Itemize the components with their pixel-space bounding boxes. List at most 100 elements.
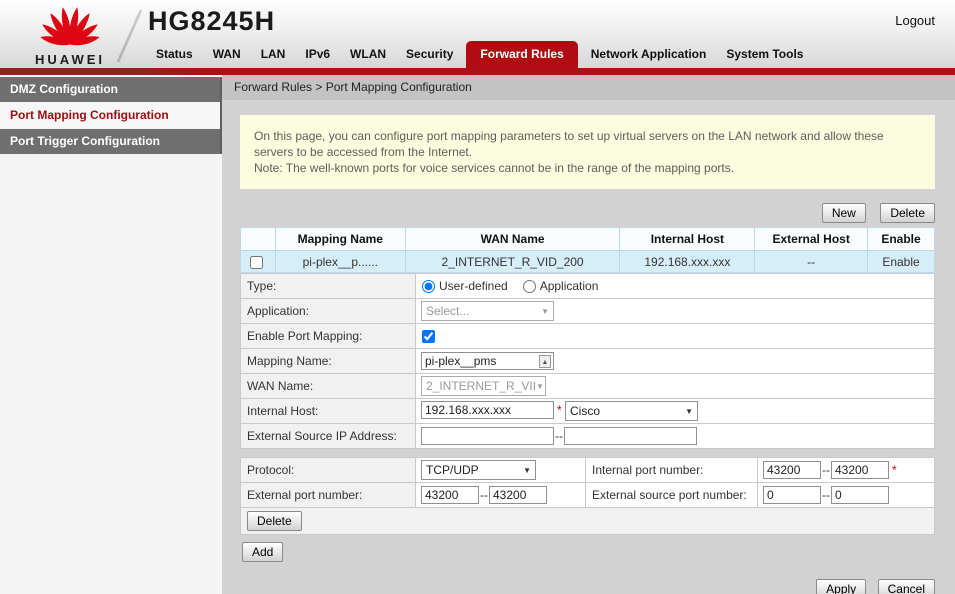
user-defined-radio-label[interactable]: User-defined [439, 279, 508, 293]
add-button[interactable]: Add [242, 542, 283, 562]
mapping-name-spinner-icon[interactable]: ▲ [539, 355, 551, 368]
huawei-logo-icon [33, 3, 107, 49]
sidebar-item-port-trigger-configuration[interactable]: Port Trigger Configuration [0, 129, 220, 154]
huawei-wordmark: HUAWEI [22, 52, 118, 67]
protocol-label: Protocol: [241, 458, 416, 483]
tab-wlan[interactable]: WLAN [340, 42, 396, 68]
external-source-port-value: -- [758, 483, 935, 508]
nav-accent-bar [0, 68, 955, 75]
dropdown-arrow-icon: ▼ [536, 382, 544, 391]
internal-host-value: * Cisco▼ [416, 399, 935, 424]
logout-link[interactable]: Logout [895, 13, 935, 28]
form-row-application: Application: Select...▼ [241, 299, 935, 324]
external-port-label: External port number: [241, 483, 416, 508]
range-separator: -- [555, 429, 563, 443]
range-separator: -- [822, 463, 830, 477]
application-value: Select...▼ [416, 299, 935, 324]
type-value: User-defined Application [416, 274, 935, 299]
delete-button[interactable]: Delete [880, 203, 935, 223]
mapping-name-label: Mapping Name: [241, 349, 416, 374]
tab-ipv6[interactable]: IPv6 [295, 42, 340, 68]
row-checkbox[interactable] [250, 256, 263, 269]
external-source-port-from-input[interactable] [763, 486, 821, 504]
required-asterisk: * [557, 403, 562, 417]
mapping-name-input[interactable] [421, 352, 554, 370]
form-actions: Apply Cancel [240, 579, 935, 594]
sidebar-item-dmz-configuration[interactable]: DMZ Configuration [0, 77, 220, 102]
form-row-wan-name: WAN Name: 2_INTERNET_R_VII▼ [241, 374, 935, 399]
tab-status[interactable]: Status [146, 42, 203, 68]
row-wan-name: 2_INTERNET_R_VID_200 [405, 251, 620, 273]
content: On this page, you can configure port map… [222, 100, 955, 594]
enable-port-mapping-checkbox[interactable] [422, 330, 435, 343]
device-model-title: HG8245H [148, 6, 275, 37]
header-mapping-name: Mapping Name [275, 228, 405, 251]
main-panel: Forward Rules > Port Mapping Configurati… [222, 75, 955, 594]
tab-forward-rules[interactable]: Forward Rules [466, 41, 577, 68]
tab-security[interactable]: Security [396, 42, 463, 68]
table-toolbar: New Delete [240, 203, 935, 223]
external-source-ip-label: External Source IP Address: [241, 424, 416, 449]
application-select[interactable]: Select...▼ [421, 301, 554, 321]
header-wan-name: WAN Name [405, 228, 620, 251]
external-port-to-input[interactable] [489, 486, 547, 504]
header-external-host: External Host [755, 228, 868, 251]
external-port-value: -- [416, 483, 586, 508]
row-enable: Enable [868, 251, 935, 273]
sidebar-item-port-mapping-configuration[interactable]: Port Mapping Configuration [0, 103, 220, 128]
protocol-select[interactable]: TCP/UDP▼ [421, 460, 536, 480]
table-row[interactable]: pi-plex__p...... 2_INTERNET_R_VID_200 19… [241, 251, 935, 273]
new-button[interactable]: New [822, 203, 866, 223]
application-radio-label[interactable]: Application [540, 279, 599, 293]
user-defined-radio[interactable] [422, 280, 435, 293]
mapping-name-combo: ▲ [421, 352, 554, 370]
header-checkbox-cell [241, 228, 276, 251]
ports-delete-cell: Delete [241, 508, 935, 535]
enable-port-mapping-label: Enable Port Mapping: [241, 324, 416, 349]
external-source-ip-from-input[interactable] [421, 427, 554, 445]
table-header-row: Mapping Name WAN Name Internal Host Exte… [241, 228, 935, 251]
dropdown-arrow-icon: ▼ [541, 307, 549, 316]
ports-row-1: Protocol: TCP/UDP▼ Internal port number:… [241, 458, 935, 483]
external-source-ip-to-input[interactable] [564, 427, 697, 445]
mapping-name-value: ▲ [416, 349, 935, 374]
apply-button[interactable]: Apply [816, 579, 866, 594]
tab-network-application[interactable]: Network Application [581, 42, 717, 68]
header: HUAWEI HG8245H Logout Status WAN LAN IPv… [0, 0, 955, 68]
form-row-mapping-name: Mapping Name: ▲ [241, 349, 935, 374]
cancel-button[interactable]: Cancel [878, 579, 935, 594]
dropdown-arrow-icon: ▼ [523, 466, 531, 475]
range-separator: -- [480, 488, 488, 502]
tab-wan[interactable]: WAN [203, 42, 251, 68]
application-radio[interactable] [523, 280, 536, 293]
wan-name-select[interactable]: 2_INTERNET_R_VII▼ [421, 376, 546, 396]
enable-port-mapping-value [416, 324, 935, 349]
form-row-enable-port-mapping: Enable Port Mapping: [241, 324, 935, 349]
row-mapping-name: pi-plex__p...... [275, 251, 405, 273]
dropdown-arrow-icon: ▼ [685, 407, 693, 416]
external-port-from-input[interactable] [421, 486, 479, 504]
required-asterisk: * [892, 463, 897, 477]
sidebar-items: DMZ Configuration Port Mapping Configura… [0, 77, 222, 154]
port-numbers-form: Protocol: TCP/UDP▼ Internal port number:… [240, 457, 935, 535]
internal-host-device-select[interactable]: Cisco▼ [565, 401, 698, 421]
external-source-port-label: External source port number: [586, 483, 758, 508]
internal-port-to-input[interactable] [831, 461, 889, 479]
form-row-external-source-ip: External Source IP Address: -- [241, 424, 935, 449]
breadcrumb: Forward Rules > Port Mapping Configurati… [222, 75, 955, 100]
add-row: Add [242, 542, 935, 562]
huawei-logo: HUAWEI [22, 3, 118, 67]
tab-lan[interactable]: LAN [251, 42, 296, 68]
tab-system-tools[interactable]: System Tools [716, 42, 813, 68]
header-enable: Enable [868, 228, 935, 251]
external-source-ip-value: -- [416, 424, 935, 449]
internal-port-value: -- * [758, 458, 935, 483]
external-source-port-to-input[interactable] [831, 486, 889, 504]
sidebar: DMZ Configuration Port Mapping Configura… [0, 75, 222, 594]
internal-host-input[interactable] [421, 401, 554, 419]
row-checkbox-cell [241, 251, 276, 273]
wan-name-label: WAN Name: [241, 374, 416, 399]
internal-port-from-input[interactable] [763, 461, 821, 479]
mapping-form: Type: User-definedApplication Applicatio… [240, 273, 935, 449]
port-delete-button[interactable]: Delete [247, 511, 302, 531]
